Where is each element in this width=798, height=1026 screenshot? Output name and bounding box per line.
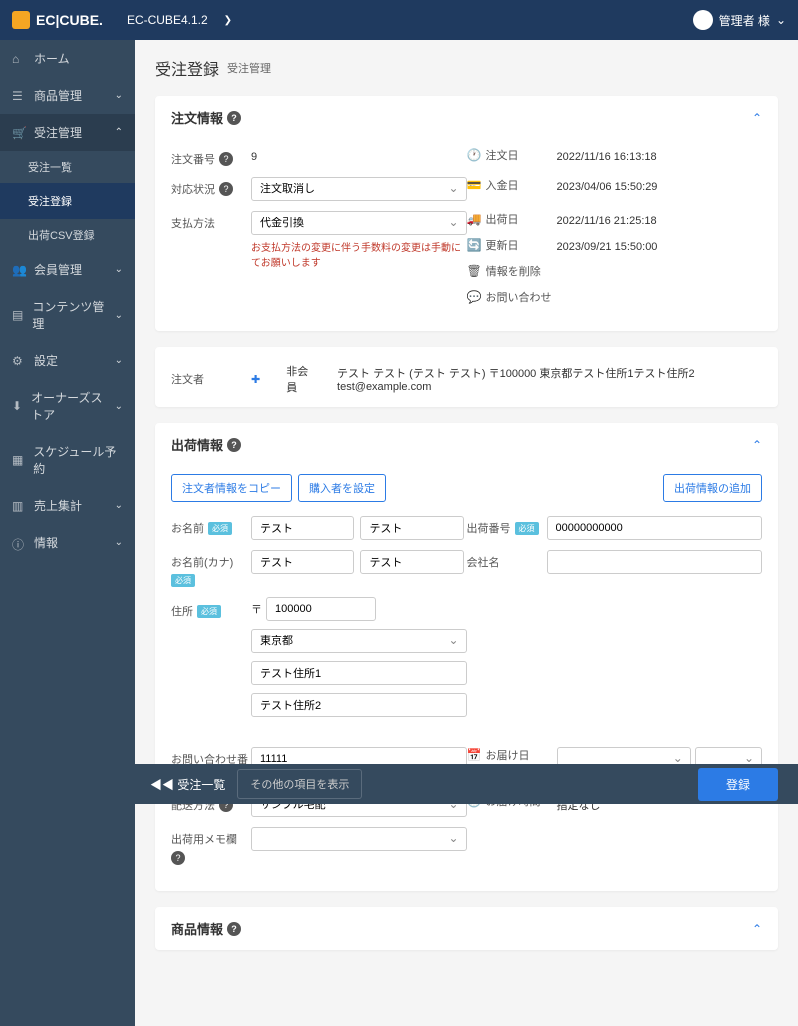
note-select[interactable]	[251, 827, 467, 851]
card-icon: 💳	[467, 178, 482, 192]
home-icon: ⌂	[12, 52, 26, 66]
collapse-icon[interactable]: ⌃	[752, 111, 762, 125]
kana-sei-input[interactable]	[251, 550, 354, 574]
required-badge: 必須	[515, 522, 539, 535]
calendar-icon: ▦	[12, 453, 25, 467]
help-icon[interactable]: ?	[227, 111, 241, 125]
user-icon	[693, 10, 713, 30]
collapse-icon[interactable]: ⌃	[752, 438, 762, 452]
update-date: 2023/09/21 15:50:00	[557, 237, 763, 253]
app-header: EC|CUBE. EC-CUBE4.1.2 ❯ 管理者 様 ⌄	[0, 0, 798, 40]
non-member: 非会員	[286, 363, 317, 395]
version-text[interactable]: EC-CUBE4.1.2	[127, 13, 208, 27]
plus-icon[interactable]: ✚	[251, 373, 260, 386]
payment-warning: お支払方法の変更に伴う手数料の変更は手動にてお願いします	[251, 239, 467, 269]
info-icon: ⓘ	[12, 536, 26, 550]
sidebar: ⌂ホーム ☰商品管理⌄ 🛒受注管理⌃ 受注一覧 受注登録 出荷CSV登録 👥会員…	[0, 40, 135, 1026]
gear-icon: ⚙	[12, 354, 26, 368]
order-number: 9	[251, 147, 467, 163]
sidebar-item-info[interactable]: ⓘ情報⌄	[0, 524, 135, 561]
help-icon[interactable]: ?	[219, 152, 233, 166]
chevron-down-icon: ⌄	[115, 90, 123, 101]
sidebar-sub-order-register[interactable]: 受注登録	[0, 183, 135, 219]
zip-input[interactable]	[266, 597, 376, 621]
user-label: 管理者 様	[719, 12, 770, 29]
calendar-icon: 📅	[467, 748, 482, 762]
users-icon: 👥	[12, 263, 26, 277]
show-more-button[interactable]: その他の項目を表示	[237, 769, 362, 799]
chart-icon: ▥	[12, 499, 26, 513]
truck-icon: 🚚	[467, 212, 482, 226]
footer-bar: ◀◀ 受注一覧 その他の項目を表示 登録	[0, 764, 798, 804]
copy-orderer-button[interactable]: 注文者情報をコピー	[171, 474, 292, 502]
trash-icon: 🗑	[467, 264, 482, 278]
cart-icon: 🛒	[12, 126, 26, 140]
panel-orderer: 注文者 ✚ 非会員 テスト テスト (テスト テスト) 〒100000 東京都テ…	[155, 347, 778, 407]
chevron-down-icon: ⌄	[115, 537, 123, 548]
set-member-button[interactable]: 購入者を設定	[298, 474, 386, 502]
sidebar-item-home[interactable]: ⌂ホーム	[0, 40, 135, 77]
required-badge: 必須	[197, 605, 221, 618]
page-title: 受注登録 受注管理	[155, 56, 778, 80]
sidebar-sub-csv[interactable]: 出荷CSV登録	[0, 219, 135, 251]
product-icon: ☰	[12, 89, 26, 103]
store-icon: ⬇	[12, 399, 23, 413]
status-select[interactable]: 注文取消し	[251, 177, 467, 201]
help-icon[interactable]: ?	[227, 438, 241, 452]
sidebar-item-settings[interactable]: ⚙設定⌄	[0, 342, 135, 379]
company-input[interactable]	[547, 550, 763, 574]
help-icon[interactable]: ?	[227, 922, 241, 936]
main-content: 受注登録 受注管理 注文情報? ⌃ 注文番号? 9 🕐注文日 2022/11/1…	[135, 40, 798, 1026]
chevron-down-icon: ⌄	[115, 500, 123, 511]
required-badge: 必須	[171, 574, 195, 587]
save-button[interactable]: 登録	[698, 768, 778, 801]
sidebar-item-order[interactable]: 🛒受注管理⌃	[0, 114, 135, 151]
panel-order-info: 注文情報? ⌃ 注文番号? 9 🕐注文日 2022/11/16 16:13:18	[155, 96, 778, 331]
chevron-down-icon: ⌄	[115, 355, 123, 366]
logo[interactable]: EC|CUBE.	[12, 11, 103, 29]
speech-icon: 💬	[467, 290, 482, 304]
order-date: 2022/11/16 16:13:18	[557, 147, 763, 163]
page-subtitle: 受注管理	[227, 60, 271, 76]
sidebar-item-content[interactable]: ▤コンテンツ管理⌄	[0, 288, 135, 342]
help-icon[interactable]: ?	[219, 182, 233, 196]
header-left: EC|CUBE. EC-CUBE4.1.2 ❯	[12, 11, 232, 29]
add-shipping-button[interactable]: 出荷情報の追加	[663, 474, 762, 502]
collapse-icon[interactable]: ⌃	[752, 922, 762, 936]
sidebar-item-schedule[interactable]: ▦スケジュール予約	[0, 433, 135, 487]
logo-icon	[12, 11, 30, 29]
pref-select[interactable]: 東京都	[251, 629, 467, 653]
content-icon: ▤	[12, 308, 24, 322]
chevron-down-icon: ⌄	[776, 13, 786, 27]
payment-date: 2023/04/06 15:50:29	[557, 177, 763, 193]
sidebar-item-sales[interactable]: ▥売上集計⌄	[0, 487, 135, 524]
refresh-icon: 🔄	[467, 238, 482, 252]
user-menu[interactable]: 管理者 様 ⌄	[693, 10, 786, 30]
chevron-up-icon: ⌃	[115, 127, 123, 138]
tracking-input[interactable]	[547, 516, 763, 540]
name-mei-input[interactable]	[360, 516, 463, 540]
sidebar-item-product[interactable]: ☰商品管理⌄	[0, 77, 135, 114]
help-icon[interactable]: ?	[171, 851, 185, 865]
chevron-down-icon: ⌄	[115, 310, 123, 321]
ship-date: 2022/11/16 21:25:18	[557, 211, 763, 227]
logo-text: EC|CUBE.	[36, 12, 103, 28]
chevron-right-icon: ❯	[224, 15, 232, 26]
kana-mei-input[interactable]	[360, 550, 463, 574]
back-link[interactable]: ◀◀ 受注一覧	[150, 776, 225, 793]
clock-icon: 🕐	[467, 148, 482, 162]
sidebar-item-store[interactable]: ⬇オーナーズストア⌄	[0, 379, 135, 433]
orderer-summary: テスト テスト (テスト テスト) 〒100000 東京都テスト住所1テスト住所…	[337, 365, 762, 393]
name-sei-input[interactable]	[251, 516, 354, 540]
panel-shipping: 出荷情報? ⌃ 注文者情報をコピー 購入者を設定 出荷情報の追加 お名前必須	[155, 423, 778, 891]
addr1-input[interactable]	[251, 661, 467, 685]
addr2-input[interactable]	[251, 693, 467, 717]
chevron-down-icon: ⌄	[115, 264, 123, 275]
chevron-down-icon: ⌄	[115, 401, 123, 412]
sidebar-item-member[interactable]: 👥会員管理⌄	[0, 251, 135, 288]
sidebar-sub-order-list[interactable]: 受注一覧	[0, 151, 135, 183]
panel-product: 商品情報? ⌃	[155, 907, 778, 950]
required-badge: 必須	[208, 522, 232, 535]
payment-select[interactable]: 代金引換	[251, 211, 467, 235]
